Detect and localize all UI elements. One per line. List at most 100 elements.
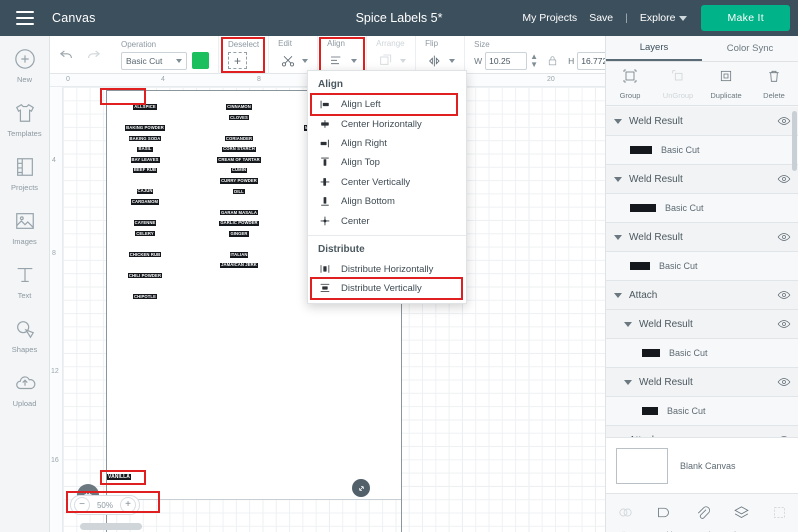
menu-item-align-top[interactable]: Align Top (308, 153, 466, 172)
attach-button[interactable]: Attach (683, 504, 722, 532)
sidebar-item-projects[interactable]: Projects (0, 154, 50, 192)
layer-row[interactable]: Basic Cut (606, 252, 798, 280)
eye-icon[interactable] (777, 317, 791, 331)
blank-canvas-row[interactable]: Blank Canvas (606, 437, 798, 493)
zoom-in-button[interactable]: + (120, 497, 136, 513)
layer-group-row[interactable]: Weld Result (606, 368, 798, 396)
chevron-down-icon[interactable] (614, 176, 622, 182)
operation-select[interactable]: Basic Cut (121, 51, 187, 70)
canvas-label-jamaican-jerk[interactable]: JAMAICAN JERK (220, 263, 258, 269)
explore-menu[interactable]: Explore (640, 12, 688, 24)
align-icon[interactable] (327, 51, 346, 70)
layer-group-row[interactable]: Weld Result (606, 223, 798, 251)
canvas-label-cloves[interactable]: CLOVES (229, 115, 249, 121)
undo-arrow-icon[interactable] (58, 46, 75, 63)
chevron-down-icon (400, 58, 407, 63)
my-projects-link[interactable]: My Projects (522, 12, 577, 24)
eye-icon[interactable] (777, 288, 791, 302)
sidebar-item-images[interactable]: Images (0, 208, 50, 246)
canvas-label-vanilla[interactable]: VANILLA (107, 474, 131, 481)
deselect-button[interactable]: + (228, 52, 247, 69)
layer-row[interactable]: Basic Cut (606, 397, 798, 425)
lock-icon[interactable] (546, 54, 560, 68)
group-button[interactable]: Group (606, 62, 654, 105)
horizontal-scrollbar[interactable] (80, 523, 142, 530)
flatten-button[interactable]: Flatten (722, 504, 761, 532)
eye-icon[interactable] (777, 230, 791, 244)
layer-group-row[interactable]: Attach (606, 281, 798, 309)
chevron-down-icon[interactable] (449, 58, 456, 63)
make-it-button[interactable]: Make It (701, 5, 790, 31)
canvas-label-allspice[interactable]: ALLSPICE (133, 104, 157, 110)
menu-item-distribute-horizontally[interactable]: Distribute Horizontally (308, 260, 466, 279)
tab-layers[interactable]: Layers (606, 36, 702, 61)
resize-handle[interactable] (352, 479, 370, 497)
sidebar-item-text[interactable]: Text (0, 262, 50, 300)
canvas-label-chili-powder[interactable]: CHILI POWDER (127, 273, 163, 279)
chevron-down-icon[interactable] (614, 234, 622, 240)
canvas-label-celery[interactable]: CELERY (135, 231, 155, 237)
operation-color-swatch[interactable] (192, 52, 209, 69)
chevron-down-icon[interactable] (614, 292, 622, 298)
layer-actions: Group UnGroup Duplicate Delete (606, 62, 798, 106)
layer-group-row[interactable]: Weld Result (606, 107, 798, 135)
zoom-control[interactable]: − 50% + (70, 495, 140, 515)
layers-list[interactable]: Weld Result Basic Cut Weld Result Basic Cut… (606, 107, 798, 437)
canvas-label-beef-rub[interactable]: BEEF RUB (132, 168, 158, 174)
layer-name: Basic Cut (665, 203, 704, 213)
layer-group-row[interactable]: Attach (606, 426, 798, 437)
chevron-down-icon[interactable] (624, 379, 632, 385)
sidebar-item-upload[interactable]: Upload (0, 370, 50, 408)
weld-button[interactable]: Weld (645, 504, 684, 532)
menu-item-center[interactable]: Center (308, 211, 466, 230)
edit-scissors-icon[interactable] (278, 51, 297, 70)
layer-row[interactable]: Basic Cut (606, 194, 798, 222)
menu-item-center-horizontally[interactable]: Center Horizontally (308, 114, 466, 133)
canvas-label[interactable]: Canvas (52, 11, 96, 25)
zoom-out-button[interactable]: − (74, 497, 90, 513)
menu-item-distribute-vertically[interactable]: Distribute Vertically (308, 277, 466, 301)
layer-group-row[interactable]: Weld Result (606, 310, 798, 338)
menu-item-center-vertically[interactable]: Center Vertically (308, 173, 466, 192)
menu-label-center-horizontally: Center Horizontally (341, 118, 422, 130)
canvas-label-chicken-rub[interactable]: CHICKEN RUB (128, 252, 162, 258)
contour-button[interactable]: Contour (760, 504, 798, 532)
chevron-down-icon[interactable] (614, 118, 622, 124)
menu-item-align-right[interactable]: Align Right (308, 134, 466, 153)
hamburger-icon[interactable] (16, 11, 34, 25)
layers-scrollbar[interactable] (792, 111, 797, 171)
blank-canvas-swatch[interactable] (616, 447, 668, 484)
chevron-down-icon[interactable] (302, 58, 309, 63)
layer-group-row[interactable]: Weld Result (606, 165, 798, 193)
flip-icon[interactable] (425, 51, 444, 70)
ungroup-button[interactable]: UnGroup (654, 62, 702, 105)
plus-circle-icon (12, 46, 38, 72)
delete-button[interactable]: Delete (750, 62, 798, 105)
duplicate-button[interactable]: Duplicate (702, 62, 750, 105)
tab-color-sync[interactable]: Color Sync (702, 36, 798, 61)
redo-arrow-icon[interactable] (85, 46, 102, 63)
sidebar-item-templates[interactable]: Templates (0, 100, 50, 138)
slice-button[interactable]: Slice (606, 504, 645, 532)
eye-icon[interactable] (777, 114, 791, 128)
eye-icon[interactable] (777, 375, 791, 389)
save-button[interactable]: Save (589, 12, 613, 24)
canvas-label-chipotle[interactable]: CHIPOTLE (133, 294, 157, 300)
menu-item-align-bottom[interactable]: Align Bottom (308, 192, 466, 211)
layer-group-name: Weld Result (639, 376, 693, 388)
canvas-label-cardamom[interactable]: CARDAMOM (130, 199, 160, 205)
width-stepper[interactable]: ▲ ▼ (530, 53, 538, 68)
menu-item-align-left[interactable]: Align Left (308, 93, 466, 116)
sidebar-item-shapes[interactable]: Shapes (0, 316, 50, 354)
eye-icon[interactable] (777, 172, 791, 186)
canvas-label-ginger[interactable]: GINGER (229, 231, 249, 237)
layer-row[interactable]: Basic Cut (606, 339, 798, 367)
center-horizontal-icon (318, 118, 332, 131)
layer-name: Basic Cut (661, 145, 700, 155)
width-input[interactable]: 10.25 (485, 51, 528, 70)
sidebar-item-new[interactable]: New (0, 46, 50, 84)
layer-row[interactable]: Basic Cut (606, 136, 798, 164)
canvas-label-dill[interactable]: DILL (233, 189, 245, 195)
chevron-down-icon[interactable] (624, 321, 632, 327)
chevron-down-icon[interactable] (351, 58, 358, 63)
